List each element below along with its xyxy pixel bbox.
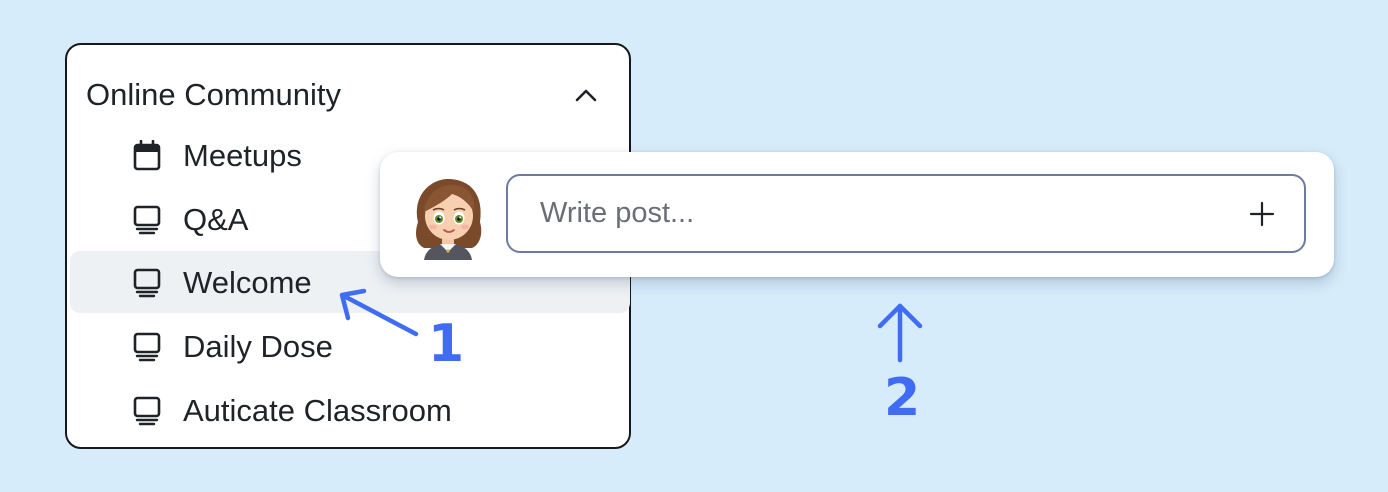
plus-icon[interactable] (1238, 190, 1286, 238)
sidebar-item-label: Welcome (183, 265, 312, 300)
user-avatar[interactable] (404, 172, 492, 260)
sidebar-item-label: Meetups (183, 138, 302, 173)
section-header-online-community[interactable]: Online Community (67, 65, 629, 121)
monitor-icon (133, 205, 161, 235)
monitor-icon (133, 396, 161, 426)
monitor-icon (133, 332, 161, 362)
sidebar-item-label: Q&A (183, 202, 249, 237)
section-title: Online Community (86, 77, 341, 112)
sidebar-item-label: Daily Dose (183, 329, 333, 364)
step-number-1: 1 (428, 314, 465, 374)
sidebar-item-label: Auticate Classroom (183, 393, 452, 428)
sidebar-item-auticate-classroom[interactable]: Auticate Classroom (70, 379, 630, 441)
write-post-input[interactable] (540, 176, 1220, 251)
chevron-up-icon[interactable] (573, 85, 599, 105)
post-composer (380, 152, 1334, 277)
monitor-icon (133, 268, 161, 298)
step-number-2: 2 (884, 368, 921, 428)
calendar-icon (133, 140, 161, 171)
annotation-arrow-2 (877, 303, 923, 363)
annotation-arrow-1 (339, 288, 419, 337)
post-input-container[interactable] (506, 174, 1306, 253)
